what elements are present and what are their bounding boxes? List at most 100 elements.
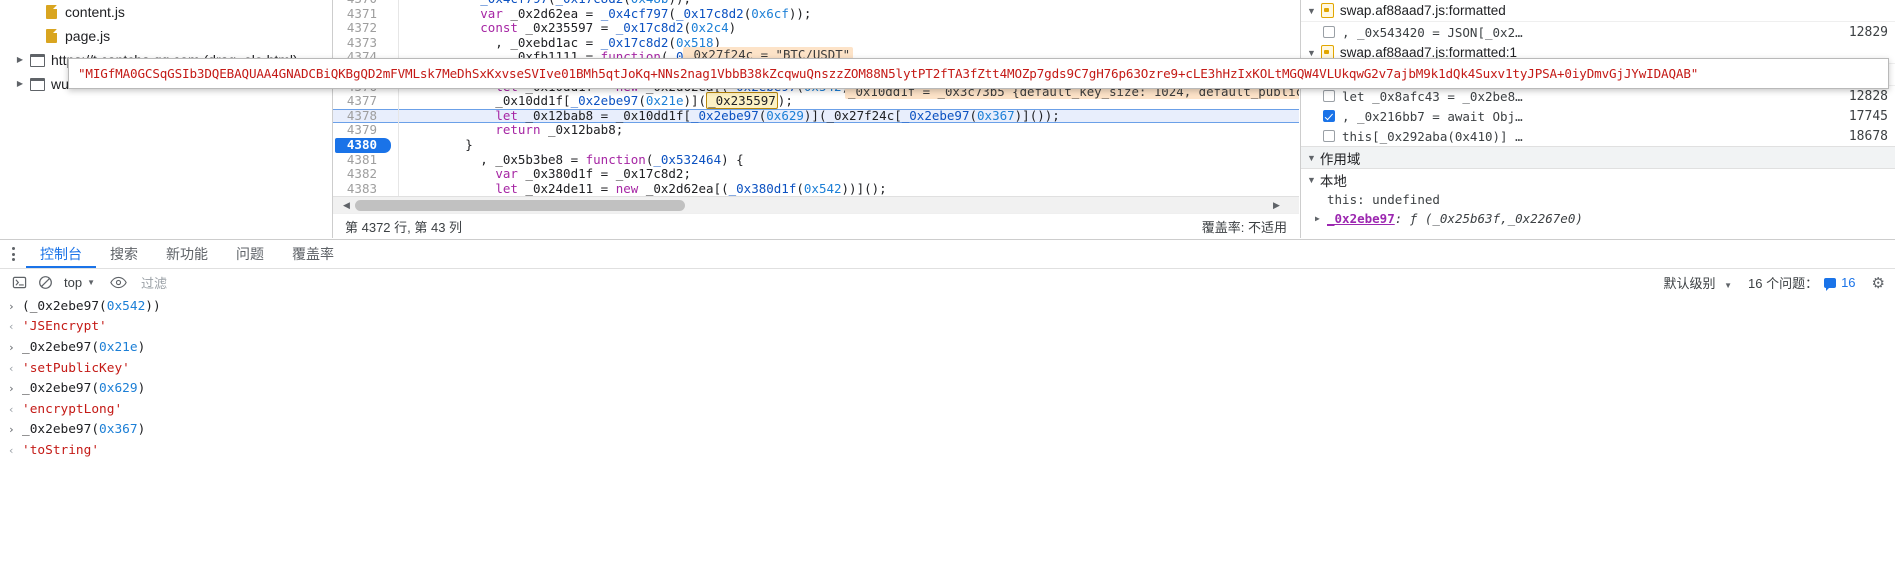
console-output-message[interactable]: ‹ 'setPublicKey' <box>0 358 1895 379</box>
code-line[interactable]: 4380 } <box>333 137 1299 153</box>
chevron-right-icon[interactable]: ▶ <box>1268 197 1285 214</box>
debugger-sidebar[interactable]: ▼ swap.af88aad7.js:formatted , _0x543420 =… <box>1300 0 1895 238</box>
frame-icon <box>28 77 46 91</box>
code-line[interactable]: 4378 let _0x12bab8 = _0x10dd1f[_0x2ebe97… <box>333 108 1299 124</box>
line-number[interactable]: 4377 <box>333 94 385 109</box>
scope-var-this: this: undefined <box>1301 190 1895 209</box>
code-text: , _0xebd1ac = _0x17c8d2(0x518) <box>405 34 722 50</box>
local-scope-header[interactable]: ▼ 本地 <box>1301 169 1895 190</box>
chevron-down-icon[interactable]: ▼ <box>1307 175 1316 185</box>
breakpoint-checkbox[interactable] <box>1323 90 1335 102</box>
console-message-text: 'encryptLong' <box>22 401 123 417</box>
more-options-icon[interactable] <box>0 247 26 261</box>
chevron-down-icon[interactable]: ▼ <box>87 278 95 287</box>
console-input-message[interactable]: › _0x2ebe97(0x629) <box>0 378 1895 399</box>
breakpoint-code-text: , _0x543420 = JSON[_0x2… <box>1342 24 1523 40</box>
code-line[interactable]: 4371 var _0x2d62ea = _0x4cf797(_0x17c8d2… <box>333 5 1299 22</box>
scope-var-_0x2ebe97[interactable]: ▶ _0x2ebe97: ƒ (_0x25b63f,_0x2267e0) <box>1301 209 1895 228</box>
console-filter-input[interactable]: 过滤 <box>141 273 167 292</box>
code-text: let _0x24de11 = new _0x2d62ea[(_0x380d1f… <box>495 180 887 196</box>
line-number[interactable]: 4379 <box>333 123 385 138</box>
tab-console[interactable]: 控制台 <box>26 240 96 268</box>
breakpoint-checkbox[interactable] <box>1323 130 1335 142</box>
console-message-list[interactable]: › (_0x2ebe97(0x542)) ‹ 'JSEncrypt' › _0x2ebe9… <box>0 296 1895 564</box>
chevron-down-icon[interactable]: ▼ <box>1307 6 1316 16</box>
issues-count: 16 <box>1841 275 1856 290</box>
code-line[interactable]: 4379 return _0x12bab8; <box>333 123 1299 138</box>
console-toolbar-right: 默认级别 ▼ 16 个问题： 16 ⚙ <box>1663 273 1895 292</box>
file-navigator-pane[interactable]: content.js page.js ▶ https://t.captcha.q… <box>0 0 333 238</box>
breakpoint-row[interactable]: this[_0x292aba(0x410)] … 18678 <box>1301 126 1895 146</box>
code-text: var _0x380d1f = _0x17c8d2; <box>495 166 691 182</box>
console-output-message[interactable]: ‹ 'JSEncrypt' <box>0 317 1895 338</box>
console-output-message[interactable]: ‹ 'encryptLong' <box>0 399 1895 420</box>
line-number[interactable]: 4378 <box>333 108 385 124</box>
console-output-message[interactable]: ‹ 'toString' <box>0 440 1895 461</box>
code-text: _0x10dd1f[_0x2ebe97(0x21e)](_0x235597); <box>405 92 793 110</box>
console-input-message[interactable]: › _0x2ebe97(0x367) <box>0 420 1895 441</box>
breakpoint-group-header[interactable]: ▼ swap.af88aad7.js:formatted <box>1301 0 1895 22</box>
scope-var-name: this: <box>1327 192 1365 207</box>
nav-item-content-js[interactable]: content.js <box>0 0 332 24</box>
chevron-right-icon[interactable]: ▶ <box>1315 209 1320 228</box>
line-number[interactable]: 4371 <box>333 6 385 22</box>
execute-script-icon[interactable] <box>6 269 32 296</box>
tab-search[interactable]: 搜索 <box>96 240 152 268</box>
line-number[interactable]: 4380 <box>333 137 385 153</box>
breakpoint-row[interactable]: , _0x216bb7 = await Obj… 17745 <box>1301 106 1895 126</box>
console-message-text: _0x2ebe97(0x21e) <box>22 339 146 355</box>
tab-whats-new[interactable]: 新功能 <box>152 240 222 268</box>
output-arrow-icon: ‹ <box>8 443 15 457</box>
issues-count-chip[interactable]: 16 <box>1824 275 1856 291</box>
breakpoint-line-number: 18678 <box>1848 128 1888 144</box>
chevron-down-icon[interactable]: ▼ <box>1307 48 1316 58</box>
log-level-label: 默认级别 <box>1663 276 1716 291</box>
code-text: , _0x5b3be8 = function(_0x532464) { <box>405 151 744 167</box>
settings-gear-icon[interactable]: ⚙ <box>1872 274 1885 292</box>
scope-var-value: : ƒ (_0x25b63f,_0x2267e0) <box>1394 211 1583 226</box>
code-line[interactable]: 4381 , _0x5b3be8 = function(_0x532464) { <box>333 151 1299 168</box>
code-text: var _0x2d62ea = _0x4cf797(_0x17c8d2(0x6c… <box>480 5 812 21</box>
input-arrow-icon: › <box>8 423 15 437</box>
clear-console-icon[interactable] <box>32 269 58 296</box>
live-expression-icon[interactable] <box>105 269 131 296</box>
input-arrow-icon: › <box>8 382 15 396</box>
scope-section-label: 作用域 <box>1319 151 1361 167</box>
code-text: const _0x235597 = _0x17c8d2(0x2c4) <box>480 20 737 36</box>
scope-section-header[interactable]: ▼ 作用域 <box>1301 146 1895 169</box>
editor-horizontal-scrollbar[interactable]: ◀ ▶ <box>333 196 1299 214</box>
console-message-text: _0x2ebe97(0x629) <box>22 381 146 397</box>
chevron-right-icon[interactable]: ▶ <box>12 48 28 72</box>
frame-icon <box>28 53 46 67</box>
execution-context-selector[interactable]: top ▼ <box>60 275 99 290</box>
console-toolbar[interactable]: top ▼ 过滤 默认级别 ▼ 16 个问题： 16 ⚙ <box>0 269 1895 297</box>
chevron-down-icon[interactable]: ▼ <box>1724 281 1732 290</box>
local-scope-label: 本地 <box>1319 173 1347 189</box>
line-number[interactable]: 4383 <box>333 181 385 196</box>
scrollbar-thumb[interactable] <box>355 200 685 211</box>
tab-issues[interactable]: 问题 <box>222 240 278 268</box>
code-line[interactable]: 4383 let _0x24de11 = new _0x2d62ea[(_0x3… <box>333 180 1299 196</box>
code-line[interactable]: 4372 const _0x235597 = _0x17c8d2(0x2c4) <box>333 20 1299 36</box>
chevron-left-icon[interactable]: ◀ <box>338 197 355 214</box>
issues-label: 16 个问题： <box>1748 276 1819 291</box>
nav-item-page-js[interactable]: page.js <box>0 24 332 48</box>
breakpoint-row[interactable]: , _0x543420 = JSON[_0x2… 12829 <box>1301 22 1895 42</box>
console-input-message[interactable]: › (_0x2ebe97(0x542)) <box>0 296 1895 317</box>
filter-placeholder: 过滤 <box>141 276 168 291</box>
code-line[interactable]: 4382 var _0x380d1f = _0x17c8d2; <box>333 166 1299 182</box>
chevron-down-icon[interactable]: ▼ <box>1307 153 1316 163</box>
line-number[interactable]: 4373 <box>333 35 385 51</box>
line-number[interactable]: 4382 <box>333 167 385 182</box>
line-number[interactable]: 4372 <box>333 21 385 36</box>
chevron-right-icon[interactable]: ▶ <box>12 72 28 96</box>
tab-coverage[interactable]: 覆盖率 <box>278 240 348 268</box>
breakpoint-checkbox[interactable] <box>1323 110 1335 122</box>
console-input-message[interactable]: › _0x2ebe97(0x21e) <box>0 337 1895 358</box>
breakpoint-checkbox[interactable] <box>1323 26 1335 38</box>
line-number[interactable]: 4381 <box>333 152 385 168</box>
log-level-selector[interactable]: 默认级别 ▼ <box>1663 273 1732 292</box>
drawer-tab-bar[interactable]: 控制台 搜索 新功能 问题 覆盖率 <box>0 240 1895 269</box>
breakpoint-row[interactable]: let _0x8afc43 = _0x2be8… 12828 <box>1301 86 1895 106</box>
issues-indicator[interactable]: 16 个问题： 16 <box>1748 273 1856 292</box>
